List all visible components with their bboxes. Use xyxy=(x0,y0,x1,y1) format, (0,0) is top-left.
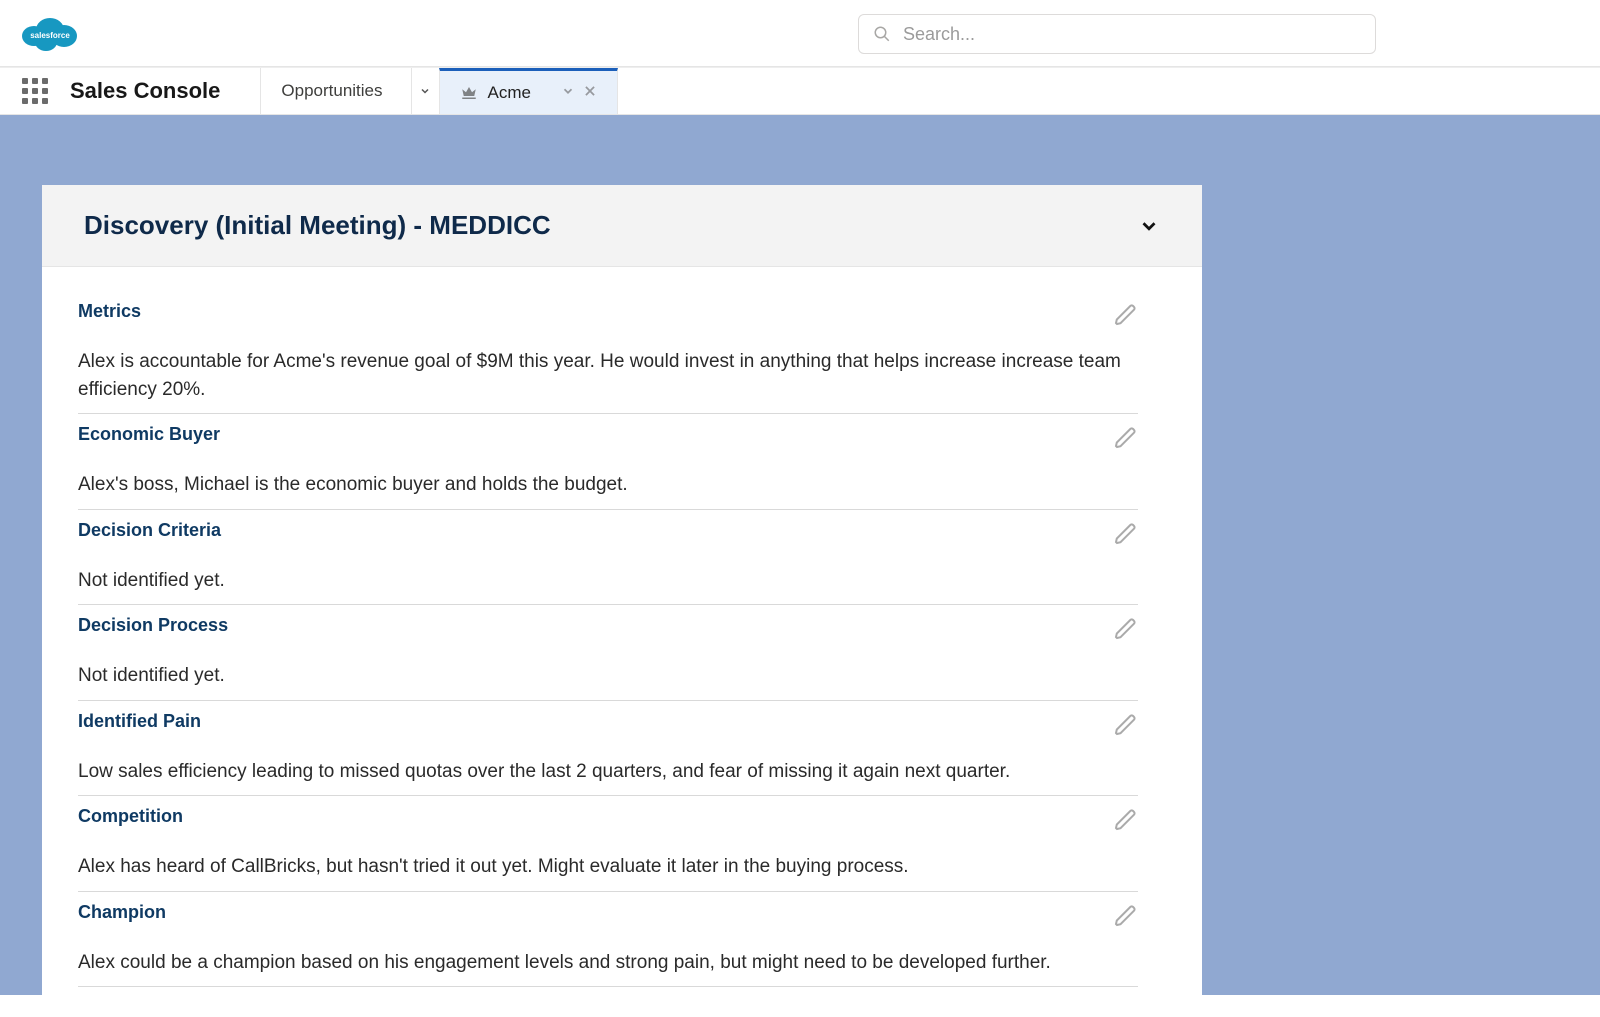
edit-button[interactable] xyxy=(1114,303,1138,327)
search-icon xyxy=(873,25,891,43)
field-value: Not identified yet. xyxy=(78,567,1166,595)
salesforce-logo: salesforce xyxy=(20,12,80,54)
card-body: Metrics Alex is accountable for Acme's r… xyxy=(42,267,1202,1017)
tab-opportunities-dropdown[interactable] xyxy=(411,68,439,114)
pencil-icon xyxy=(1114,426,1138,450)
global-search[interactable] xyxy=(858,14,1376,54)
divider xyxy=(78,509,1138,510)
pencil-icon xyxy=(1114,522,1138,546)
divider xyxy=(78,604,1138,605)
edit-button[interactable] xyxy=(1114,617,1138,641)
divider xyxy=(78,891,1138,892)
field-value: Alex has heard of CallBricks, but hasn't… xyxy=(78,853,1166,881)
field-identified-pain: Identified Pain Low sales efficiency lea… xyxy=(50,711,1194,797)
field-metrics: Metrics Alex is accountable for Acme's r… xyxy=(50,301,1194,414)
svg-text:salesforce: salesforce xyxy=(30,31,70,40)
field-label: Decision Process xyxy=(78,615,228,636)
tab-bar: Sales Console Opportunities Acme xyxy=(0,67,1600,115)
card-title: Discovery (Initial Meeting) - MEDDICC xyxy=(84,210,551,241)
field-label: Metrics xyxy=(78,301,141,322)
chevron-down-icon xyxy=(1138,215,1160,237)
workspace: Discovery (Initial Meeting) - MEDDICC Me… xyxy=(0,115,1600,995)
field-decision-process: Decision Process Not identified yet. xyxy=(50,615,1194,701)
tab-acme-dropdown[interactable] xyxy=(561,83,575,103)
field-competition: Competition Alex has heard of CallBricks… xyxy=(50,806,1194,892)
card-header[interactable]: Discovery (Initial Meeting) - MEDDICC xyxy=(42,185,1202,267)
close-icon xyxy=(583,84,597,98)
search-input[interactable] xyxy=(903,24,1361,45)
field-label: Competition xyxy=(78,806,183,827)
app-launcher-icon xyxy=(22,78,48,104)
field-value: Alex is accountable for Acme's revenue g… xyxy=(78,348,1166,403)
field-champion: Champion Alex could be a champion based … xyxy=(50,902,1194,988)
app-launcher-button[interactable] xyxy=(0,68,70,114)
pencil-icon xyxy=(1114,808,1138,832)
edit-button[interactable] xyxy=(1114,426,1138,450)
tab-label: Opportunities xyxy=(281,81,396,101)
account-icon xyxy=(460,84,478,102)
pencil-icon xyxy=(1114,713,1138,737)
divider xyxy=(78,413,1138,414)
pencil-icon xyxy=(1114,617,1138,641)
divider xyxy=(78,986,1138,987)
edit-button[interactable] xyxy=(1114,522,1138,546)
tab-acme-close[interactable] xyxy=(583,83,597,103)
pencil-icon xyxy=(1114,904,1138,928)
field-label: Decision Criteria xyxy=(78,520,221,541)
field-label: Economic Buyer xyxy=(78,424,220,445)
field-decision-criteria: Decision Criteria Not identified yet. xyxy=(50,520,1194,606)
tab-label: Acme xyxy=(488,83,531,103)
field-value: Alex could be a champion based on his en… xyxy=(78,949,1166,977)
field-value: Alex's boss, Michael is the economic buy… xyxy=(78,471,1166,499)
global-header: salesforce xyxy=(0,0,1600,67)
meddicc-card: Discovery (Initial Meeting) - MEDDICC Me… xyxy=(42,185,1202,1017)
divider xyxy=(78,795,1138,796)
chevron-down-icon xyxy=(419,85,431,97)
tab-opportunities[interactable]: Opportunities xyxy=(260,68,438,114)
field-value: Not identified yet. xyxy=(78,662,1166,690)
field-economic-buyer: Economic Buyer Alex's boss, Michael is t… xyxy=(50,424,1194,510)
edit-button[interactable] xyxy=(1114,904,1138,928)
field-label: Champion xyxy=(78,902,166,923)
app-name: Sales Console xyxy=(70,68,260,114)
pencil-icon xyxy=(1114,303,1138,327)
tab-acme[interactable]: Acme xyxy=(439,68,618,114)
divider xyxy=(78,700,1138,701)
field-label: Identified Pain xyxy=(78,711,201,732)
chevron-down-icon xyxy=(561,84,575,98)
edit-button[interactable] xyxy=(1114,713,1138,737)
field-value: Low sales efficiency leading to missed q… xyxy=(78,758,1166,786)
edit-button[interactable] xyxy=(1114,808,1138,832)
